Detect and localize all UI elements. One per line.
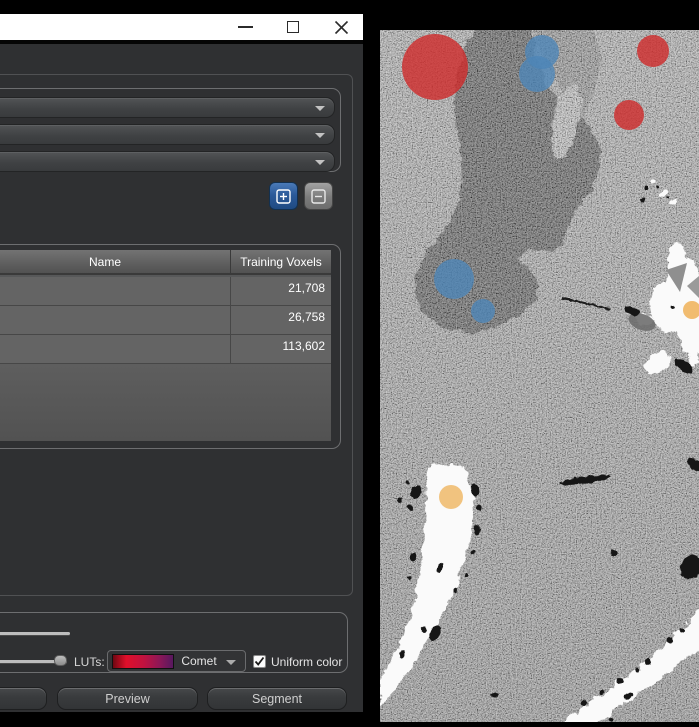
opacity-slider[interactable] xyxy=(0,632,70,635)
microscopy-image xyxy=(380,25,699,727)
check-icon xyxy=(254,656,265,666)
maximize-icon xyxy=(287,21,299,33)
table-empty-area xyxy=(0,364,331,441)
dropdown-2[interactable] xyxy=(0,124,335,145)
cell-training-voxels: 26,758 xyxy=(288,310,325,324)
annotation-orange xyxy=(439,485,463,509)
close-button[interactable] xyxy=(321,14,361,40)
annotation-blue xyxy=(471,299,495,323)
chevron-down-icon xyxy=(315,133,325,138)
cell-name xyxy=(0,277,231,305)
cropped-action-button[interactable] xyxy=(0,687,47,710)
table-row[interactable]: 21,708 xyxy=(0,277,331,306)
lut-selected-value: Comet xyxy=(181,654,217,668)
column-header-name[interactable]: Name xyxy=(0,250,231,273)
dialog-titlebar[interactable] xyxy=(0,14,363,40)
chevron-down-icon xyxy=(226,660,236,665)
table-header: Name Training Voxels xyxy=(0,250,331,275)
cell-training-voxels: 113,602 xyxy=(282,339,326,353)
dropdown-1[interactable] xyxy=(0,97,335,118)
minus-icon xyxy=(311,188,326,204)
classes-table: Name Training Voxels 21,708 26,758 113,6… xyxy=(0,250,331,441)
minimize-icon xyxy=(237,26,253,28)
column-header-training-voxels[interactable]: Training Voxels xyxy=(231,250,331,273)
close-icon xyxy=(334,20,348,34)
lut-gradient-swatch xyxy=(112,654,174,669)
annotation-red xyxy=(637,35,669,67)
annotation-blue xyxy=(434,259,474,299)
uniform-color-checkbox[interactable] xyxy=(253,655,266,668)
luts-label: LUTs: xyxy=(74,655,105,669)
remove-class-button[interactable] xyxy=(304,182,333,210)
annotation-red xyxy=(402,34,468,100)
minimize-button[interactable] xyxy=(225,14,265,40)
dropdown-3[interactable] xyxy=(0,151,335,172)
image-viewport[interactable] xyxy=(380,25,699,727)
cell-training-voxels: 21,708 xyxy=(288,281,325,295)
uniform-color-label: Uniform color xyxy=(271,655,343,669)
segmentation-dialog: Name Training Voxels 21,708 26,758 113,6… xyxy=(0,0,363,727)
cell-name xyxy=(0,306,231,334)
chevron-down-icon xyxy=(315,106,325,111)
preview-button[interactable]: Preview xyxy=(57,687,198,710)
plus-icon xyxy=(276,188,291,204)
cell-name xyxy=(0,335,231,363)
table-row[interactable]: 113,602 xyxy=(0,335,331,364)
maximize-button[interactable] xyxy=(273,14,313,40)
table-row[interactable]: 26,758 xyxy=(0,306,331,335)
lut-combobox[interactable]: Comet xyxy=(107,650,246,672)
add-class-button[interactable] xyxy=(269,182,298,210)
chevron-down-icon xyxy=(315,160,325,165)
slider-handle[interactable] xyxy=(54,655,67,666)
application-window: Name Training Voxels 21,708 26,758 113,6… xyxy=(0,0,699,727)
segment-button[interactable]: Segment xyxy=(207,687,347,710)
annotation-blue xyxy=(519,56,555,92)
annotation-red xyxy=(614,100,644,130)
